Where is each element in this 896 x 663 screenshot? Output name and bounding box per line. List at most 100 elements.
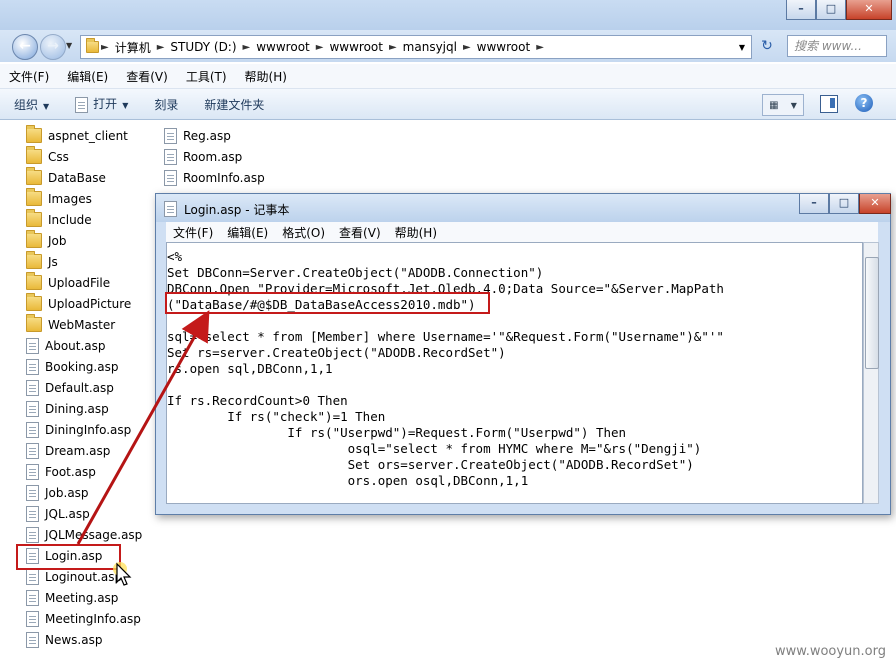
list-item-label: MeetingInfo.asp: [45, 611, 141, 626]
window-controls: – □ ✕: [786, 0, 892, 20]
folder-icon: [26, 230, 42, 248]
list-item[interactable]: WebMaster: [26, 314, 115, 335]
list-item[interactable]: Room.asp: [164, 146, 242, 167]
notepad-menu-help[interactable]: 帮助(H): [388, 224, 444, 241]
notepad-icon: [164, 201, 177, 217]
document-icon: [26, 442, 39, 459]
list-item[interactable]: Job.asp: [26, 482, 89, 503]
list-item[interactable]: Job: [26, 230, 67, 251]
list-item[interactable]: Css: [26, 146, 69, 167]
list-item-label: UploadFile: [48, 275, 111, 290]
menu-help[interactable]: 帮助(H): [236, 68, 296, 85]
list-item[interactable]: DataBase: [26, 167, 106, 188]
breadcrumb-computer[interactable]: 计算机: [111, 39, 155, 56]
list-item[interactable]: Foot.asp: [26, 461, 96, 482]
list-item[interactable]: News.asp: [26, 629, 102, 650]
list-item-label: News.asp: [45, 632, 103, 647]
code-line: osql="select * from HYMC where M="&rs("D…: [167, 441, 702, 456]
code-line: If rs("Userpwd")=Request.Form("Userpwd")…: [167, 425, 627, 440]
list-item-label: aspnet_client: [48, 128, 128, 143]
notepad-window-controls: – □ ✕: [799, 194, 891, 214]
organize-label: 组织: [14, 97, 39, 112]
new-folder-button[interactable]: 新建文件夹: [190, 96, 276, 113]
menu-tools[interactable]: 工具(T): [177, 68, 236, 85]
list-item[interactable]: Dream.asp: [26, 440, 110, 461]
list-item-label: Dream.asp: [45, 443, 111, 458]
address-dropdown-icon[interactable]: ▼: [739, 43, 751, 52]
notepad-menu-file[interactable]: 文件(F): [166, 224, 220, 241]
highlight-db-path: [165, 292, 490, 314]
list-item-label: Job.asp: [45, 485, 89, 500]
menu-edit[interactable]: 编辑(E): [58, 68, 117, 85]
chevron-down-icon: ▼: [43, 101, 50, 111]
list-item[interactable]: Default.asp: [26, 377, 114, 398]
list-item[interactable]: RoomInfo.asp: [164, 167, 265, 188]
notepad-title: Login.asp - 记事本: [184, 203, 290, 217]
menu-file[interactable]: 文件(F): [0, 68, 58, 85]
breadcrumb-drive[interactable]: STUDY (D:): [166, 40, 240, 54]
breadcrumb-wwwroot-3[interactable]: wwwroot: [473, 40, 535, 54]
history-dropdown-icon[interactable]: ▼: [66, 41, 72, 50]
organize-button[interactable]: 组织 ▼: [0, 96, 61, 113]
maximize-button[interactable]: □: [816, 0, 846, 20]
address-bar[interactable]: ► 计算机 ► STUDY (D:) ► wwwroot ► wwwroot ►…: [80, 35, 752, 59]
list-item-label: Foot.asp: [45, 464, 96, 479]
view-options-button[interactable]: ▦ ▼: [762, 94, 804, 116]
folder-icon: [26, 293, 42, 311]
list-item[interactable]: About.asp: [26, 335, 106, 356]
scrollbar-thumb[interactable]: [865, 257, 879, 369]
view-grid-icon: ▦: [769, 99, 779, 111]
refresh-icon[interactable]: ↻: [756, 36, 778, 56]
list-item[interactable]: UploadFile: [26, 272, 110, 293]
chevron-right-icon: ►: [462, 41, 471, 53]
list-item[interactable]: UploadPicture: [26, 293, 131, 314]
notepad-minimize-button[interactable]: –: [799, 194, 829, 214]
document-icon: [75, 96, 89, 113]
list-item[interactable]: Include: [26, 209, 92, 230]
list-item[interactable]: JQLMessage.asp: [26, 524, 142, 545]
menu-view[interactable]: 查看(V): [117, 68, 177, 85]
code-line: Set rs=server.CreateObject("ADODB.Record…: [167, 345, 506, 360]
document-icon: [26, 484, 39, 501]
list-item[interactable]: aspnet_client: [26, 125, 128, 146]
list-item[interactable]: MeetingInfo.asp: [26, 608, 141, 629]
minimize-button[interactable]: –: [786, 0, 816, 20]
burn-button[interactable]: 刻录: [140, 96, 190, 113]
code-line: If rs("check")=1 Then: [167, 409, 386, 424]
notepad-close-button[interactable]: ✕: [859, 194, 891, 214]
breadcrumb-mansyjql[interactable]: mansyjql: [399, 40, 461, 54]
notepad-menu-format[interactable]: 格式(O): [275, 224, 332, 241]
notepad-titlebar[interactable]: Login.asp - 记事本 – □ ✕: [156, 194, 891, 222]
forward-arrow-icon[interactable]: →: [40, 34, 66, 60]
preview-pane-icon[interactable]: [820, 95, 838, 113]
notepad-menu-edit[interactable]: 编辑(E): [220, 224, 275, 241]
back-arrow-icon[interactable]: ←: [12, 34, 38, 60]
notepad-scrollbar[interactable]: [863, 242, 879, 504]
list-item[interactable]: JQL.asp: [26, 503, 90, 524]
list-item[interactable]: Meeting.asp: [26, 587, 118, 608]
list-item-label: Booking.asp: [45, 359, 119, 374]
list-item[interactable]: Js: [26, 251, 58, 272]
notepad-maximize-button[interactable]: □: [829, 194, 859, 214]
list-item-label: DiningInfo.asp: [45, 422, 132, 437]
list-item-label: Images: [48, 191, 92, 206]
search-input[interactable]: 搜索 www...: [787, 35, 887, 57]
help-icon[interactable]: ?: [855, 94, 873, 112]
open-button[interactable]: 打开 ▼: [61, 95, 140, 113]
list-item[interactable]: Booking.asp: [26, 356, 118, 377]
notepad-menu-view[interactable]: 查看(V): [332, 224, 388, 241]
close-button[interactable]: ✕: [846, 0, 892, 20]
list-item[interactable]: Images: [26, 188, 92, 209]
list-item-label: Default.asp: [45, 380, 114, 395]
list-item-label: JQL.asp: [45, 506, 90, 521]
document-icon: [26, 631, 39, 648]
breadcrumb-wwwroot-2[interactable]: wwwroot: [325, 40, 387, 54]
list-item-label: Meeting.asp: [45, 590, 119, 605]
folder-icon: [26, 125, 42, 143]
list-item[interactable]: Reg.asp: [164, 125, 231, 146]
list-item[interactable]: DiningInfo.asp: [26, 419, 131, 440]
notepad-text-area[interactable]: <% Set DBConn=Server.CreateObject("ADODB.…: [166, 242, 863, 504]
explorer-titlebar[interactable]: – □ ✕: [0, 0, 896, 30]
list-item[interactable]: Dining.asp: [26, 398, 109, 419]
breadcrumb-wwwroot-1[interactable]: wwwroot: [252, 40, 314, 54]
